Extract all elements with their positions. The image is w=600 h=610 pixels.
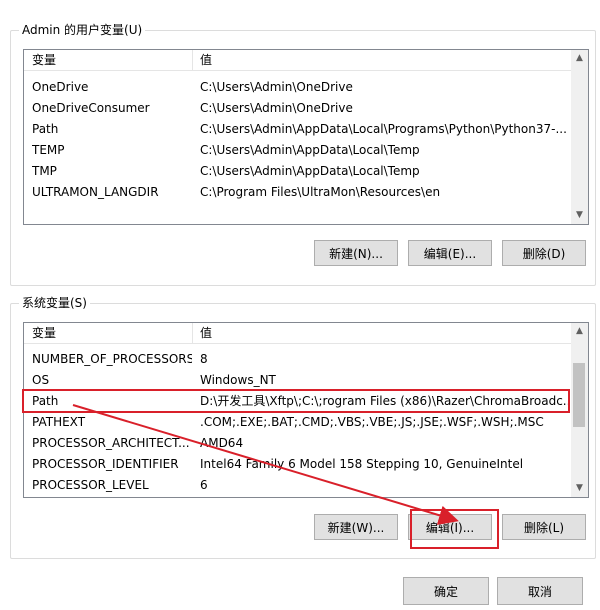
variable-name: PATHEXT	[32, 415, 86, 429]
table-row[interactable]: PROCESSOR_LEVEL 6	[24, 475, 571, 496]
chevron-up-icon[interactable]: ▲	[571, 50, 588, 67]
user-variables-group: Admin 的用户变量(U) 变量 值 OneDrive C:\Users\Ad…	[10, 22, 596, 286]
variable-value: C:\Users\Admin\AppData\Local\Programs\Py…	[200, 122, 567, 136]
system-new-button[interactable]: 新建(W)...	[314, 514, 398, 540]
list-header: 变量 值	[24, 323, 571, 344]
column-divider[interactable]	[192, 323, 193, 343]
variable-name: Path	[32, 122, 59, 136]
variable-value: Intel64 Family 6 Model 158 Stepping 10, …	[200, 457, 524, 471]
user-delete-button[interactable]: 删除(D)	[502, 240, 586, 266]
table-row[interactable]: OS Windows_NT	[24, 370, 571, 391]
column-header-variable[interactable]: 变量	[32, 326, 192, 340]
vertical-scrollbar[interactable]: ▲ ▼	[571, 50, 588, 224]
variable-value: 6	[200, 478, 208, 492]
column-header-value[interactable]: 值	[200, 326, 212, 340]
list-header: 变量 值	[24, 50, 571, 71]
cancel-button[interactable]: 取消	[497, 577, 583, 605]
column-header-variable[interactable]: 变量	[32, 53, 192, 67]
variable-value: C:\Users\Admin\AppData\Local\Temp	[200, 164, 420, 178]
scroll-thumb[interactable]	[573, 363, 585, 427]
table-row[interactable]: OneDrive C:\Users\Admin\OneDrive	[24, 77, 571, 98]
variable-value: 8	[200, 352, 208, 366]
variable-name: OneDrive	[32, 80, 89, 94]
variable-value: C:\Users\Admin\OneDrive	[200, 101, 353, 115]
variable-name: PROCESSOR_ARCHITECT...	[32, 436, 190, 450]
table-row[interactable]: OneDriveConsumer C:\Users\Admin\OneDrive	[24, 98, 571, 119]
variable-name: OneDriveConsumer	[32, 101, 150, 115]
user-new-button[interactable]: 新建(N)...	[314, 240, 398, 266]
variable-name: PROCESSOR_LEVEL	[32, 478, 149, 492]
variable-name: PROCESSOR_IDENTIFIER	[32, 457, 179, 471]
chevron-down-icon[interactable]: ▼	[571, 207, 588, 224]
variable-value: C:\Users\Admin\AppData\Local\Temp	[200, 143, 420, 157]
table-row[interactable]: TMP C:\Users\Admin\AppData\Local\Temp	[24, 161, 571, 182]
chevron-down-icon[interactable]: ▼	[571, 480, 588, 497]
variable-value: .COM;.EXE;.BAT;.CMD;.VBS;.VBE;.JS;.JSE;.…	[200, 415, 544, 429]
column-header-value[interactable]: 值	[200, 53, 212, 67]
table-row[interactable]: Path C:\Users\Admin\AppData\Local\Progra…	[24, 119, 571, 140]
table-row[interactable]: PROCESSOR_IDENTIFIER Intel64 Family 6 Mo…	[24, 454, 571, 475]
path-row-highlight	[22, 389, 570, 413]
edit-button-highlight	[410, 509, 499, 549]
vertical-scrollbar[interactable]: ▲ ▼	[571, 323, 588, 497]
variable-name: NUMBER_OF_PROCESSORS	[32, 352, 192, 366]
variable-name: ULTRAMON_LANGDIR	[32, 185, 159, 199]
table-row[interactable]: PROCESSOR_ARCHITECT... AMD64	[24, 433, 571, 454]
variable-name: TEMP	[32, 143, 65, 157]
user-variables-list[interactable]: 变量 值 OneDrive C:\Users\Admin\OneDrive On…	[23, 49, 589, 225]
variable-name: TMP	[32, 164, 57, 178]
system-variables-title: 系统变量(S)	[19, 295, 90, 311]
table-row[interactable]: NUMBER_OF_PROCESSORS 8	[24, 349, 571, 370]
variable-value: Windows_NT	[200, 373, 276, 387]
table-row[interactable]: TEMP C:\Users\Admin\AppData\Local\Temp	[24, 140, 571, 161]
variable-value: C:\Program Files\UltraMon\Resources\en	[200, 185, 441, 199]
variable-value: AMD64	[200, 436, 244, 450]
variable-value: C:\Users\Admin\OneDrive	[200, 80, 353, 94]
user-variables-title: Admin 的用户变量(U)	[19, 22, 146, 38]
ok-button[interactable]: 确定	[403, 577, 489, 605]
table-row[interactable]: PATHEXT .COM;.EXE;.BAT;.CMD;.VBS;.VBE;.J…	[24, 412, 571, 433]
system-delete-button[interactable]: 删除(L)	[502, 514, 586, 540]
system-variables-group: 系统变量(S) 变量 值 NUMBER_OF_PROCESSORS 8 OS W…	[10, 295, 596, 559]
user-edit-button[interactable]: 编辑(E)...	[408, 240, 492, 266]
table-row[interactable]: ULTRAMON_LANGDIR C:\Program Files\UltraM…	[24, 182, 571, 203]
column-divider[interactable]	[192, 50, 193, 70]
chevron-up-icon[interactable]: ▲	[571, 323, 588, 340]
variable-name: OS	[32, 373, 50, 387]
